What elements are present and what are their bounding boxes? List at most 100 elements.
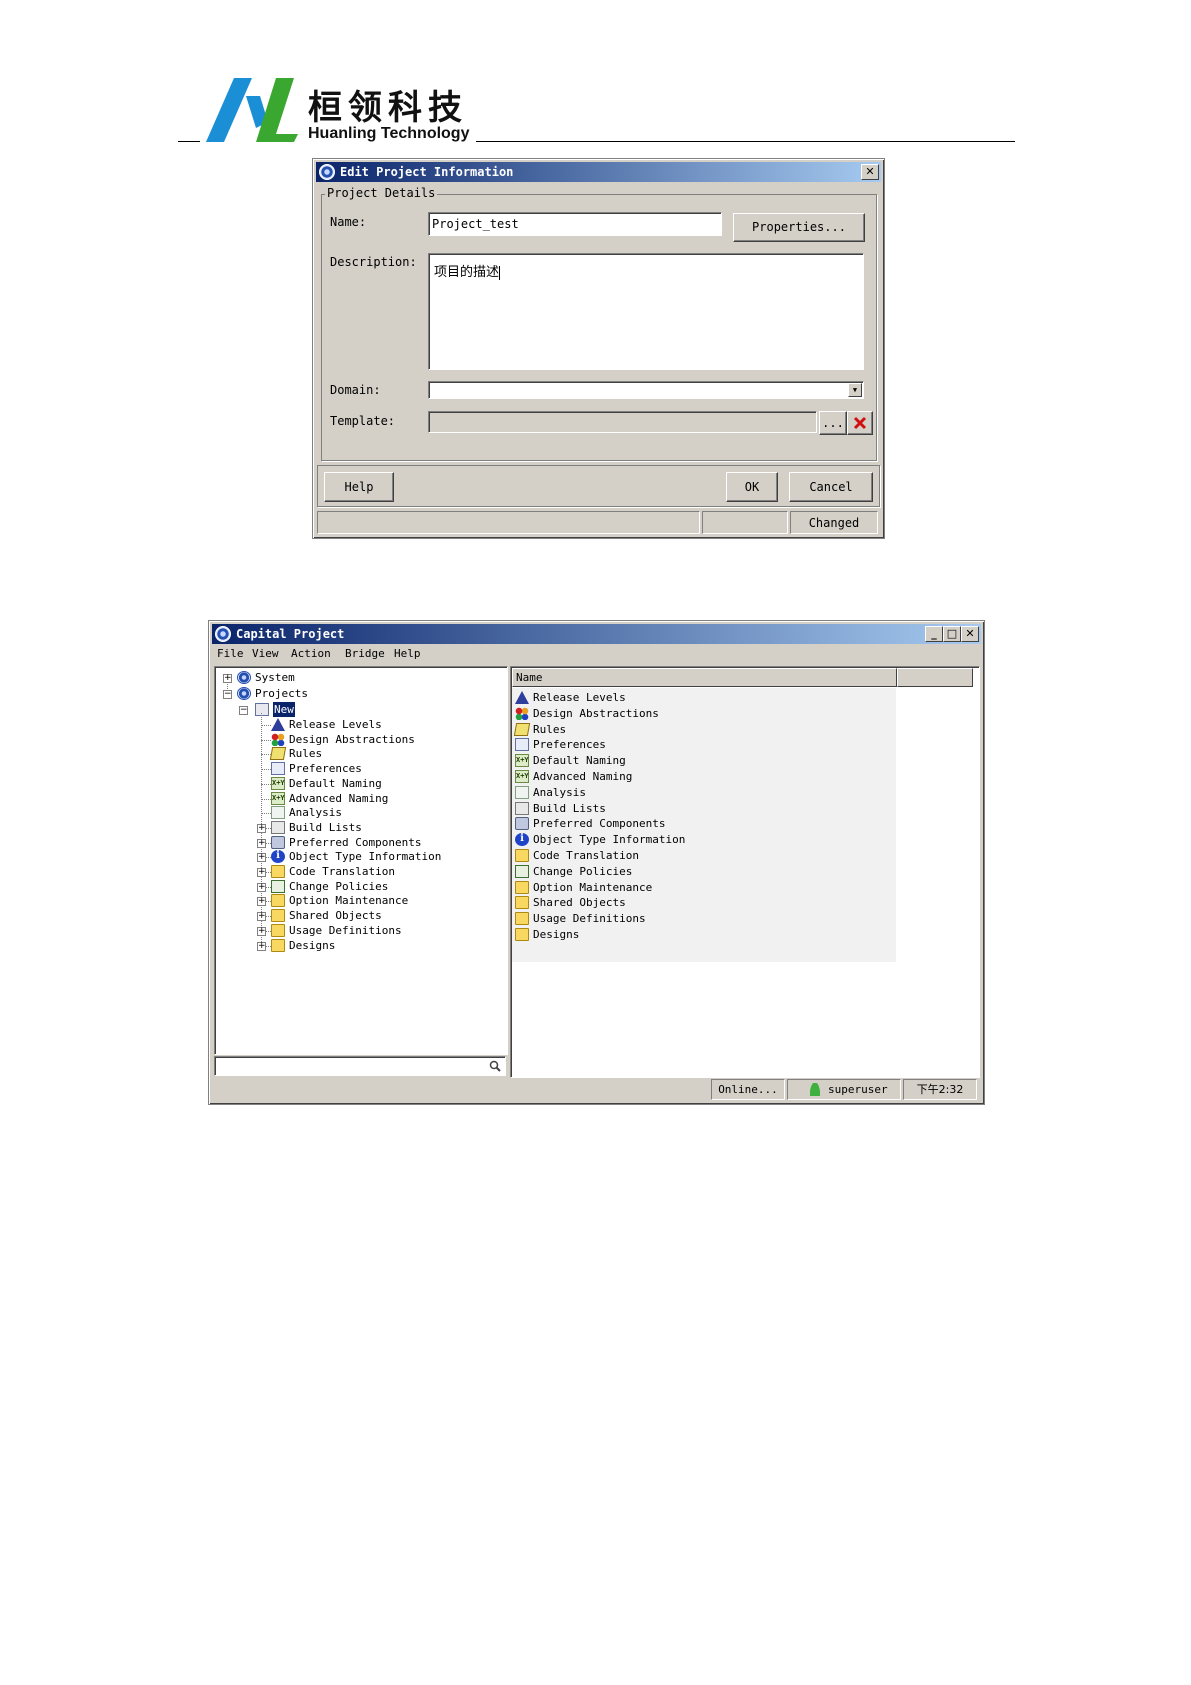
- folder-icon: [271, 894, 285, 907]
- collapse-new-icon[interactable]: −: [239, 706, 248, 715]
- tree-node-label: Projects: [255, 687, 308, 700]
- list-item-label: Advanced Naming: [533, 770, 633, 783]
- expand-node-icon[interactable]: +: [257, 897, 266, 906]
- expand-node-icon[interactable]: +: [257, 824, 266, 833]
- menu-help[interactable]: Help: [394, 645, 421, 663]
- tree-node-label: Rules: [289, 747, 323, 760]
- status-cell-2: [702, 511, 788, 534]
- expand-node-icon[interactable]: +: [257, 927, 266, 936]
- company-logo-icon: [206, 78, 298, 142]
- list-item-label: Design Abstractions: [533, 707, 659, 720]
- project-icon: [255, 703, 269, 716]
- list-item-label: Build Lists: [533, 802, 606, 815]
- window-titlebar[interactable]: Capital Project _ □ ✕: [212, 624, 981, 644]
- column-header-empty[interactable]: [897, 668, 973, 687]
- system-globe-icon: [237, 671, 251, 684]
- status-user: superuser: [787, 1079, 901, 1100]
- status-changed: Changed: [790, 511, 878, 534]
- status-user-label: superuser: [828, 1083, 888, 1096]
- tree-line: [261, 813, 271, 814]
- folder-icon: [271, 865, 285, 878]
- close-icon[interactable]: ✕: [861, 164, 879, 180]
- status-online: Online...: [711, 1079, 785, 1100]
- edit-project-dialog: Edit Project Information ✕ Project Detai…: [312, 158, 885, 539]
- app-globe-icon: [215, 626, 231, 642]
- minimize-icon[interactable]: _: [925, 626, 943, 642]
- template-field: [428, 411, 817, 433]
- collapse-projects-icon[interactable]: −: [223, 690, 232, 699]
- folder-icon: [515, 881, 529, 894]
- name-label: Name:: [330, 215, 367, 229]
- tree-search-input[interactable]: [214, 1056, 506, 1076]
- list-item-label: Shared Objects: [533, 896, 626, 909]
- search-icon: [489, 1060, 501, 1072]
- column-header-name[interactable]: Name: [512, 668, 897, 687]
- domain-select[interactable]: ▼: [428, 381, 864, 399]
- clear-template-button[interactable]: [847, 411, 873, 435]
- menu-action[interactable]: Action: [291, 645, 331, 663]
- tree-node-label: Build Lists: [289, 821, 362, 834]
- folder-icon: [515, 912, 529, 925]
- naming-icon: X+Y: [515, 770, 529, 783]
- tree-node-label: Usage Definitions: [289, 924, 402, 937]
- status-cell-1: [317, 511, 700, 534]
- tree-node-label: Option Maintenance: [289, 894, 409, 907]
- preferences-icon: [271, 762, 285, 775]
- expand-node-icon[interactable]: +: [257, 853, 266, 862]
- list-item-label: Usage Definitions: [533, 912, 646, 925]
- template-browse-button[interactable]: ...: [819, 411, 847, 435]
- red-x-icon: [853, 416, 867, 430]
- preferences-icon: [515, 738, 529, 751]
- list-item-label: Preferences: [533, 738, 606, 751]
- folder-icon: [515, 849, 529, 862]
- projects-globe-icon: [237, 687, 251, 700]
- expand-node-icon[interactable]: +: [257, 883, 266, 892]
- tree-node-label: Object Type Information: [289, 850, 442, 863]
- design-abstractions-icon: [515, 707, 529, 720]
- cancel-button[interactable]: Cancel: [789, 472, 873, 502]
- tree-node-label: Default Naming: [289, 777, 382, 790]
- build-lists-icon: [271, 821, 285, 834]
- menu-bridge[interactable]: Bridge: [345, 645, 385, 663]
- name-field[interactable]: Project_test: [428, 212, 722, 236]
- tree-line: [261, 740, 271, 741]
- components-icon: [515, 817, 529, 830]
- expand-node-icon[interactable]: +: [257, 839, 266, 848]
- dialog-titlebar[interactable]: Edit Project Information ✕: [316, 162, 881, 182]
- release-levels-icon: [515, 691, 529, 704]
- naming-icon: X+Y: [271, 792, 285, 805]
- tree-node-label: Shared Objects: [289, 909, 382, 922]
- maximize-icon[interactable]: □: [943, 626, 961, 642]
- properties-button[interactable]: Properties...: [733, 213, 865, 242]
- tree-node-label: System: [255, 671, 295, 684]
- chevron-down-icon[interactable]: ▼: [848, 383, 862, 397]
- list-item-label: Code Translation: [533, 849, 639, 862]
- folder-icon: [271, 924, 285, 937]
- rules-icon: [513, 723, 531, 736]
- ok-button[interactable]: OK: [726, 472, 778, 502]
- info-icon: i: [515, 833, 529, 846]
- tree-node-label: Release Levels: [289, 718, 382, 731]
- help-button[interactable]: Help: [324, 472, 394, 502]
- expand-node-icon[interactable]: +: [257, 942, 266, 951]
- description-textarea[interactable]: 项目的描述: [428, 253, 864, 370]
- expand-node-icon[interactable]: +: [257, 868, 266, 877]
- close-icon[interactable]: ✕: [961, 626, 979, 642]
- expand-system-icon[interactable]: +: [223, 674, 232, 683]
- window-title: Capital Project: [236, 627, 345, 641]
- project-list-panel[interactable]: Name Release Levels Design Abstractions Ru…: [510, 666, 980, 1078]
- app-globe-icon: [319, 164, 335, 180]
- tree-line: [261, 754, 271, 755]
- list-item-label: Preferred Components: [533, 817, 666, 830]
- design-abstractions-icon: [271, 733, 285, 746]
- menu-file[interactable]: File: [217, 645, 244, 663]
- dialog-title: Edit Project Information: [340, 165, 514, 179]
- list-item-label: Analysis: [533, 786, 586, 799]
- change-policies-icon: [515, 865, 529, 878]
- expand-node-icon[interactable]: +: [257, 912, 266, 921]
- project-tree-panel[interactable]: + System − Projects − New Release Levels…: [214, 666, 508, 1055]
- menu-view[interactable]: View: [252, 645, 279, 663]
- naming-icon: X+Y: [271, 777, 285, 790]
- list-item-label: Object Type Information: [533, 833, 686, 846]
- release-levels-icon: [271, 718, 285, 731]
